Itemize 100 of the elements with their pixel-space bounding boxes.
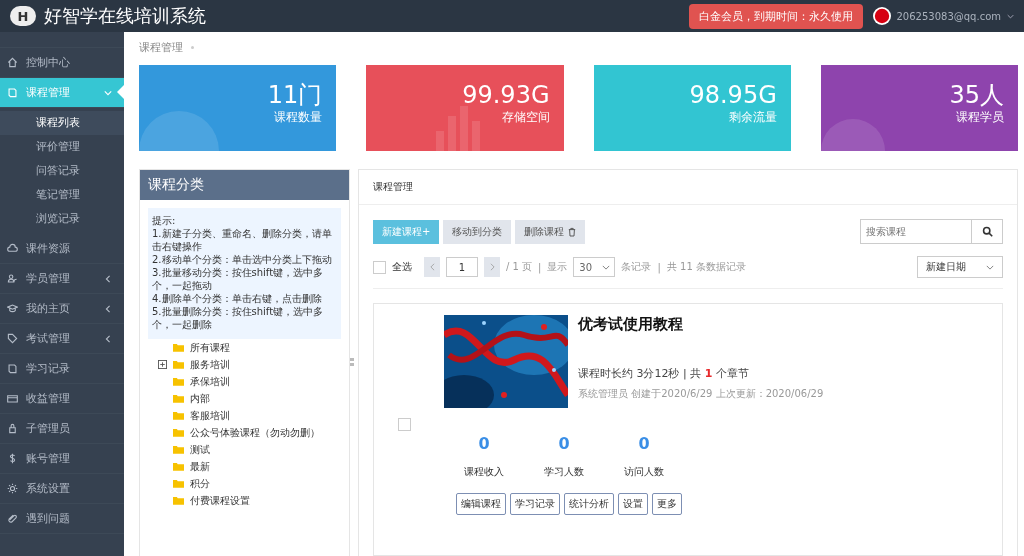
folder-icon xyxy=(173,428,184,437)
tree-item[interactable]: 付费课程设置 xyxy=(190,493,250,508)
bubble-icon xyxy=(139,111,219,151)
separator: | xyxy=(538,261,542,273)
tree-item[interactable]: 公众号体验课程（勿动勿删） xyxy=(190,425,320,440)
users-icon xyxy=(7,273,18,284)
folder-icon xyxy=(173,462,184,471)
search-icon xyxy=(981,226,993,237)
folder-icon xyxy=(173,377,184,386)
caret-icon[interactable] xyxy=(1007,13,1014,19)
prev-page-button[interactable] xyxy=(424,257,440,277)
dollar-icon xyxy=(7,453,18,464)
course-action-button[interactable]: 更多 xyxy=(652,493,682,515)
page-field[interactable]: 1 xyxy=(446,257,478,277)
course-title[interactable]: 优考试使用教程 xyxy=(578,315,824,334)
hint-text: 提示: xyxy=(152,214,177,227)
submenu-item[interactable]: 笔记管理 xyxy=(0,183,124,207)
expand-icon[interactable] xyxy=(158,360,167,369)
select-all-label[interactable]: 全选 xyxy=(392,260,412,274)
stat-value: 35人 xyxy=(948,81,1004,109)
course-action-button[interactable]: 学习记录 xyxy=(510,493,560,515)
folder-icon xyxy=(173,360,184,369)
stat-label: 课程学员 xyxy=(955,109,1004,126)
clip-icon xyxy=(7,513,18,524)
tree-item[interactable]: 客服培训 xyxy=(190,408,230,423)
cap-icon xyxy=(7,303,18,314)
course-meta: 系统管理员 创建于2020/6/29 上次更新：2020/06/29 xyxy=(578,387,824,401)
avatar-icon[interactable] xyxy=(872,7,891,25)
tree-item[interactable]: 内部 xyxy=(190,391,210,406)
metric-value: 0 xyxy=(557,434,571,453)
tree-item[interactable]: 承保培训 xyxy=(190,374,230,389)
membership-badge: 白金会员，到期时间：永久使用 xyxy=(688,3,863,29)
tree-item[interactable]: 积分 xyxy=(190,476,210,491)
show-label: 显示 xyxy=(547,260,568,274)
hint-text: 4.删除单个分类：单击右键，点击删除 xyxy=(152,292,323,305)
sort-select[interactable]: 新建日期 xyxy=(917,256,1003,278)
folder-icon xyxy=(173,394,184,403)
resize-handle[interactable] xyxy=(350,358,354,368)
metric-label: 访问人数 xyxy=(623,465,665,479)
hint-text: 2.移动单个分类：单击选中分类上下拖动 xyxy=(152,253,333,266)
metric-label: 学习人数 xyxy=(543,465,585,479)
course-action-button[interactable]: 设置 xyxy=(618,493,648,515)
stat-value: 11门 xyxy=(266,81,323,109)
records-label: 条记录 xyxy=(621,260,652,274)
tree-item[interactable]: 所有课程 xyxy=(190,340,230,355)
bar-chart-icon xyxy=(436,106,481,151)
panel-title: 课程管理 xyxy=(373,180,413,194)
cloud-icon xyxy=(7,243,18,254)
logo-badge: H xyxy=(10,6,36,26)
course-action-button[interactable]: 统计分析 xyxy=(564,493,614,515)
submenu-item[interactable]: 浏览记录 xyxy=(0,207,124,231)
folder-icon xyxy=(173,445,184,454)
app-title: 好智学在线培训系统 xyxy=(44,4,206,28)
submenu-item[interactable]: 课程列表 xyxy=(0,111,124,135)
hint-text: 5.批量删除分类：按住shift键，选中多个，一起删除 xyxy=(152,305,325,331)
home-icon xyxy=(7,57,18,68)
caret-icon xyxy=(601,264,610,270)
breadcrumb-dot xyxy=(191,45,194,49)
folder-icon xyxy=(173,496,184,505)
chevron-left-icon xyxy=(429,263,435,271)
action-button[interactable]: 删除课程 xyxy=(515,219,586,244)
stat-label: 存储空间 xyxy=(500,109,550,126)
course-action-button[interactable]: 编辑课程 xyxy=(456,493,506,515)
next-page-button[interactable] xyxy=(484,257,500,277)
card-icon xyxy=(7,393,18,404)
separator: | xyxy=(657,261,661,273)
book-icon xyxy=(7,363,18,374)
book-icon xyxy=(7,87,18,98)
panel-title: 课程分类 xyxy=(148,176,204,194)
course-duration: 课程时长约 3分12秒 | 共 1 个章节 xyxy=(578,366,750,381)
stat-label: 剩余流量 xyxy=(727,109,777,126)
stat-value: 99.93G xyxy=(461,81,550,109)
caret-icon xyxy=(986,264,994,270)
submenu-item[interactable]: 问答记录 xyxy=(0,159,124,183)
tree-item[interactable]: 服务培训 xyxy=(190,357,230,372)
tree-item[interactable]: 最新 xyxy=(190,459,210,474)
folder-icon xyxy=(173,411,184,420)
search-button[interactable] xyxy=(971,219,1003,244)
gear-icon xyxy=(7,483,18,494)
folder-icon xyxy=(173,479,184,488)
folder-icon xyxy=(173,343,184,352)
user-email[interactable]: 206253083@qq.com xyxy=(896,10,1001,22)
page-size-select[interactable]: 30 xyxy=(573,257,616,277)
hint-text: 1.新建子分类、重命名、删除分类，请单击右键操作 xyxy=(152,227,333,253)
total-records: 共 11 条数据记录 xyxy=(666,260,746,274)
page-total: / 1 页 xyxy=(506,260,533,274)
lock-icon xyxy=(7,423,18,434)
chevron-right-icon xyxy=(489,263,495,271)
submenu-item[interactable]: 评价管理 xyxy=(0,135,124,159)
stat-value: 98.95G xyxy=(688,81,777,109)
checkbox[interactable] xyxy=(373,260,386,274)
hint-text: 3.批量移动分类：按住shift键，选中多个，一起拖动 xyxy=(152,266,325,292)
trash-icon xyxy=(568,226,577,237)
stat-label: 课程数量 xyxy=(273,109,323,126)
breadcrumb[interactable]: 课程管理 xyxy=(139,39,183,55)
tree-item[interactable]: 测试 xyxy=(190,442,210,457)
search-field[interactable]: 搜索课程 xyxy=(860,219,971,244)
checkbox[interactable] xyxy=(398,418,411,431)
action-button[interactable]: 移动到分类 xyxy=(443,219,512,244)
metric-value: 0 xyxy=(637,434,651,453)
